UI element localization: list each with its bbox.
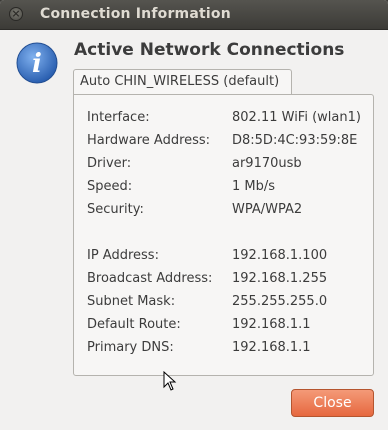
svg-text:i: i bbox=[32, 49, 42, 79]
cursor-icon bbox=[163, 371, 177, 391]
detail-value: 192.168.1.255 bbox=[232, 271, 328, 286]
detail-value: ar9170usb bbox=[232, 156, 302, 171]
detail-value: WPA/WPA2 bbox=[232, 202, 303, 217]
close-icon[interactable]: × bbox=[9, 7, 23, 21]
detail-label: Subnet Mask: bbox=[87, 294, 176, 309]
connection-info-dialog: × Connection Information i Active Networ… bbox=[0, 0, 388, 430]
detail-label: Hardware Address: bbox=[87, 133, 211, 148]
detail-value: D8:5D:4C:93:59:8E bbox=[232, 133, 358, 148]
detail-value: 192.168.1.1 bbox=[232, 317, 311, 332]
detail-value: 192.168.1.100 bbox=[232, 248, 328, 263]
close-button[interactable]: Close bbox=[291, 389, 374, 417]
detail-value: 802.11 WiFi (wlan1) bbox=[232, 110, 361, 125]
detail-label: Default Route: bbox=[87, 317, 181, 332]
detail-label: Security: bbox=[87, 202, 144, 217]
detail-label: Interface: bbox=[87, 110, 150, 125]
info-icon: i bbox=[16, 42, 58, 84]
detail-label: IP Address: bbox=[87, 248, 159, 263]
detail-value: 1 Mb/s bbox=[232, 179, 276, 194]
detail-label: Primary DNS: bbox=[87, 340, 174, 355]
detail-value: 255.255.255.0 bbox=[232, 294, 328, 309]
dialog-heading: Active Network Connections bbox=[74, 40, 345, 60]
detail-label: Driver: bbox=[87, 156, 132, 171]
tab-connection[interactable]: Auto CHIN_WIRELESS (default) bbox=[73, 69, 292, 95]
window-title: Connection Information bbox=[40, 6, 231, 22]
detail-label: Speed: bbox=[87, 179, 133, 194]
detail-label: Broadcast Address: bbox=[87, 271, 213, 286]
titlebar: × Connection Information bbox=[0, 0, 388, 30]
detail-value: 192.168.1.1 bbox=[232, 340, 311, 355]
